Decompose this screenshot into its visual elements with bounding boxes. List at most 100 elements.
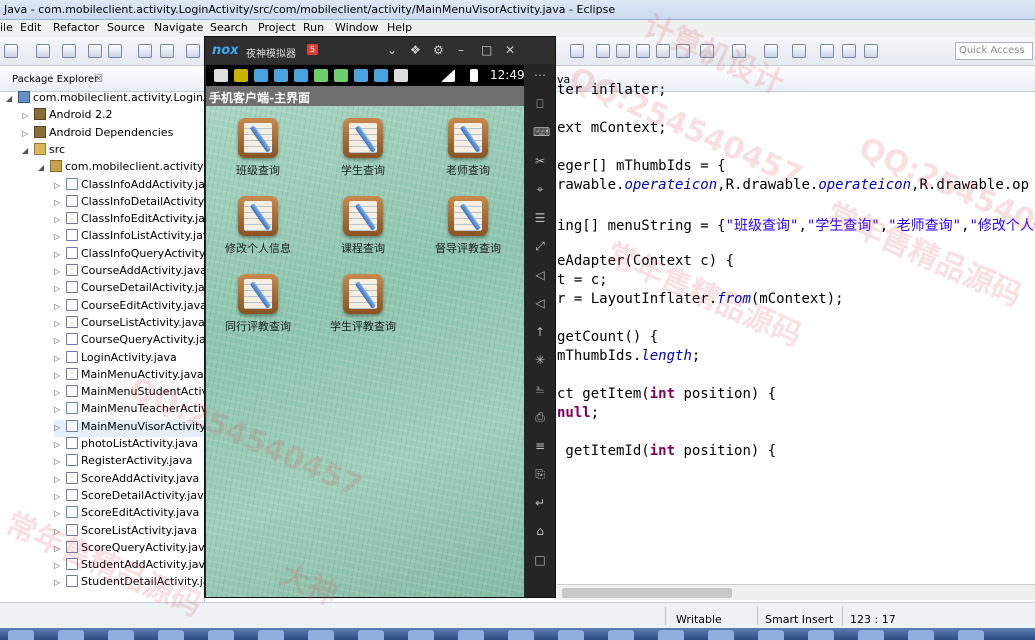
taskbar-app-button[interactable] (958, 630, 984, 640)
taskbar-app-button[interactable] (758, 630, 784, 640)
sidebar-tool-icon[interactable]: □ (533, 553, 547, 567)
toolbar-button[interactable] (636, 44, 650, 58)
menu-item-edit[interactable]: Edit (20, 21, 41, 34)
toolbar-button[interactable] (138, 44, 152, 58)
tree-item[interactable]: ▷ ScoreListActivity.java (54, 523, 197, 541)
toolbar-button[interactable] (764, 44, 778, 58)
toolbar-button[interactable] (36, 44, 50, 58)
expander-icon[interactable]: ▷ (54, 302, 66, 311)
sidebar-tool-icon[interactable]: ◁ (533, 268, 547, 282)
tree-item[interactable]: ◢ com.mobileclient.activity (38, 160, 204, 177)
sidebar-tool-icon[interactable]: ⋯ (533, 68, 547, 82)
package-explorer-tab[interactable]: Package Explorer ☒ (0, 66, 204, 92)
expander-icon[interactable]: ▷ (54, 561, 66, 570)
menu-item-window[interactable]: Window (335, 21, 378, 34)
emulator-control-button[interactable]: □ (481, 43, 492, 57)
tree-item[interactable]: ▷ MainMenuStudentActivity.java (54, 385, 204, 402)
expander-icon[interactable]: ▷ (22, 129, 34, 138)
toolbar-button[interactable] (732, 44, 746, 58)
tree-item[interactable]: ◢ src (22, 142, 65, 160)
menu-item-project[interactable]: Project (258, 21, 296, 34)
sidebar-tool-icon[interactable]: ⌂ (533, 524, 547, 538)
sidebar-tool-icon[interactable]: ↑ (533, 325, 547, 339)
taskbar-app-button[interactable] (158, 630, 184, 640)
menu-item-6[interactable]: 同行评教查询 (206, 270, 310, 340)
expander-icon[interactable]: ▷ (54, 215, 66, 224)
taskbar-app-button[interactable] (358, 630, 384, 640)
tree-item[interactable]: ▷ StudentAddActivity.java (54, 558, 204, 575)
expander-icon[interactable]: ▷ (54, 423, 66, 432)
toolbar-button[interactable] (842, 44, 856, 58)
sidebar-tool-icon[interactable]: ⎁ (533, 382, 547, 396)
taskbar-app-button[interactable] (458, 630, 484, 640)
expander-icon[interactable]: ▷ (54, 267, 66, 276)
emulator-control-button[interactable]: ❖ (410, 43, 421, 57)
taskbar-app-button[interactable] (208, 630, 234, 640)
taskbar-app-button[interactable] (308, 630, 334, 640)
taskbar-app-button[interactable] (8, 630, 34, 640)
toolbar-button[interactable] (616, 44, 630, 58)
toolbar-button[interactable] (88, 44, 102, 58)
tree-item[interactable]: ▷ ClassInfoEditActivity.java (54, 212, 204, 229)
close-icon[interactable]: ☒ (94, 74, 103, 85)
sidebar-tool-icon[interactable]: ⤢ (533, 239, 547, 253)
quick-access-input[interactable]: Quick Access (955, 42, 1033, 60)
toolbar-button[interactable] (108, 44, 122, 58)
menu-item-4[interactable]: 课程查询 (311, 192, 415, 262)
menu-item-0[interactable]: 班级查询 (206, 114, 310, 184)
tree-item[interactable]: ▷ photoListActivity.java (54, 437, 198, 454)
expander-icon[interactable]: ▷ (54, 492, 66, 501)
toolbar-button[interactable] (596, 44, 610, 58)
expander-icon[interactable]: ◢ (22, 146, 34, 155)
tree-item[interactable]: ▷ Android 2.2 (22, 108, 113, 125)
sidebar-tool-icon[interactable]: ◁ (533, 296, 547, 310)
taskbar-app-button[interactable] (408, 630, 434, 640)
sidebar-tool-icon[interactable]: ☰ (533, 211, 547, 225)
tree-item[interactable]: ▷ MainMenuActivity.java (54, 367, 204, 385)
toolbar-button[interactable] (676, 44, 690, 58)
sidebar-tool-icon[interactable]: ✂ (533, 154, 547, 168)
scrollbar-thumb[interactable] (562, 588, 732, 598)
taskbar-app-button[interactable] (58, 630, 84, 640)
tree-item[interactable]: ▷ ScoreEditActivity.java (54, 506, 199, 523)
toolbar-button[interactable] (700, 44, 714, 58)
tree-item[interactable]: ▷ CourseListActivity.java (54, 315, 204, 333)
tree-item[interactable]: ◢ com.mobileclient.activity.LoginActivity (6, 91, 204, 108)
taskbar-app-button[interactable] (908, 630, 934, 640)
toolbar-button[interactable] (186, 44, 200, 58)
toolbar-button[interactable] (160, 44, 174, 58)
toolbar-button[interactable] (4, 44, 18, 58)
expander-icon[interactable]: ▷ (54, 250, 66, 259)
expander-icon[interactable]: ▷ (54, 509, 66, 518)
menu-item-ile[interactable]: ile (0, 21, 13, 34)
menu-item-3[interactable]: 修改个人信息 (206, 192, 310, 262)
tree-item[interactable]: ▷ CourseDetailActivity.java (54, 281, 204, 298)
sidebar-tool-icon[interactable]: ≡ (533, 439, 547, 453)
expander-icon[interactable]: ▷ (54, 388, 66, 397)
expander-icon[interactable]: ▷ (54, 440, 66, 449)
expander-icon[interactable]: ▷ (54, 232, 66, 241)
sidebar-tool-icon[interactable]: ⌨ (533, 125, 550, 139)
taskbar-app-button[interactable] (808, 630, 834, 640)
taskbar-app-button[interactable] (108, 630, 134, 640)
tree-item[interactable]: ▷ ScoreAddActivity.java (54, 471, 199, 489)
tree-item[interactable]: ▷ StudentDetailActivity.java (54, 575, 204, 592)
taskbar-app-button[interactable] (258, 630, 284, 640)
expander-icon[interactable]: ▷ (54, 527, 66, 536)
expander-icon[interactable]: ▷ (54, 354, 66, 363)
expander-icon[interactable]: ▷ (54, 578, 66, 587)
menu-item-2[interactable]: 老师查询 (416, 114, 520, 184)
toolbar-button[interactable] (820, 44, 834, 58)
expander-icon[interactable]: ◢ (38, 163, 50, 172)
tree-item[interactable]: ▷ MainMenuVisorActivity.java (54, 419, 204, 437)
menu-item-source[interactable]: Source (107, 21, 145, 34)
sidebar-tool-icon[interactable]: ⌖ (533, 182, 547, 196)
menu-item-1[interactable]: 学生查询 (311, 114, 415, 184)
expander-icon[interactable]: ▷ (54, 457, 66, 466)
expander-icon[interactable]: ▷ (54, 336, 66, 345)
tree-item[interactable]: ▷ ClassInfoListActivity.java (54, 229, 204, 246)
tree-item[interactable]: ▷ MainMenuTeacherActivity.java (54, 402, 204, 419)
tree-item[interactable]: ▷ CourseQueryActivity.java (54, 333, 204, 350)
tree-item[interactable]: ▷ ClassInfoQueryActivity.java (54, 246, 204, 264)
tree-item[interactable]: ▷ ClassInfoDetailActivity.java (54, 194, 204, 212)
